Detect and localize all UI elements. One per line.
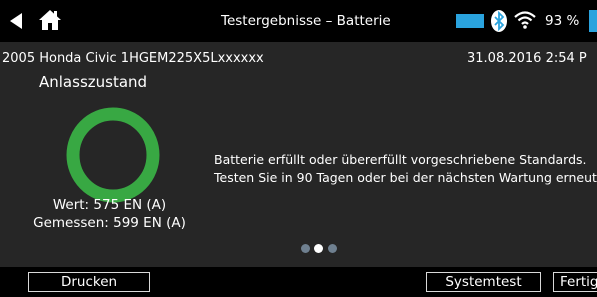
footer-bar: Drucken Systemtest Fertig	[0, 267, 597, 297]
vehicle-info: 2005 Honda Civic 1HGEM225X5Lxxxxxx	[2, 51, 264, 66]
page-dot[interactable]	[328, 244, 337, 253]
result-panel: 2005 Honda Civic 1HGEM225X5Lxxxxxx 31.08…	[0, 42, 597, 267]
result-message: Batterie erfüllt oder übererfüllt vorges…	[214, 151, 597, 187]
result-message-line: Batterie erfüllt oder übererfüllt vorges…	[214, 152, 587, 167]
measured-value: Gemessen: 599 EN (A)	[33, 215, 186, 231]
header-bar: Testergebnisse – Batterie 93 %	[0, 0, 597, 42]
system-test-button[interactable]: Systemtest	[426, 272, 541, 292]
wifi-icon	[514, 11, 536, 29]
print-button[interactable]: Drucken	[28, 272, 150, 292]
page-title: Testergebnisse – Batterie	[221, 13, 391, 29]
result-message-line: Testen Sie in 90 Tagen oder bei der näch…	[214, 170, 597, 185]
back-arrow-icon[interactable]	[7, 11, 25, 31]
test-datetime: 31.08.2016 2:54 P	[467, 51, 587, 66]
bluetooth-icon	[491, 10, 507, 32]
page-dot[interactable]	[301, 244, 310, 253]
section-heading: Anlasszustand	[39, 73, 148, 91]
rating-values: Wert: 575 EN (A) Gemessen: 599 EN (A)	[12, 196, 207, 232]
battery-percent: 93 %	[545, 13, 580, 29]
battery-level-indicator	[589, 10, 597, 32]
page-dot[interactable]	[314, 244, 323, 253]
rated-value: Wert: 575 EN (A)	[52, 197, 167, 213]
result-status-ring-icon	[66, 107, 160, 203]
done-button[interactable]: Fertig	[553, 272, 597, 292]
home-icon[interactable]	[38, 8, 62, 32]
battery-icon	[456, 14, 484, 28]
